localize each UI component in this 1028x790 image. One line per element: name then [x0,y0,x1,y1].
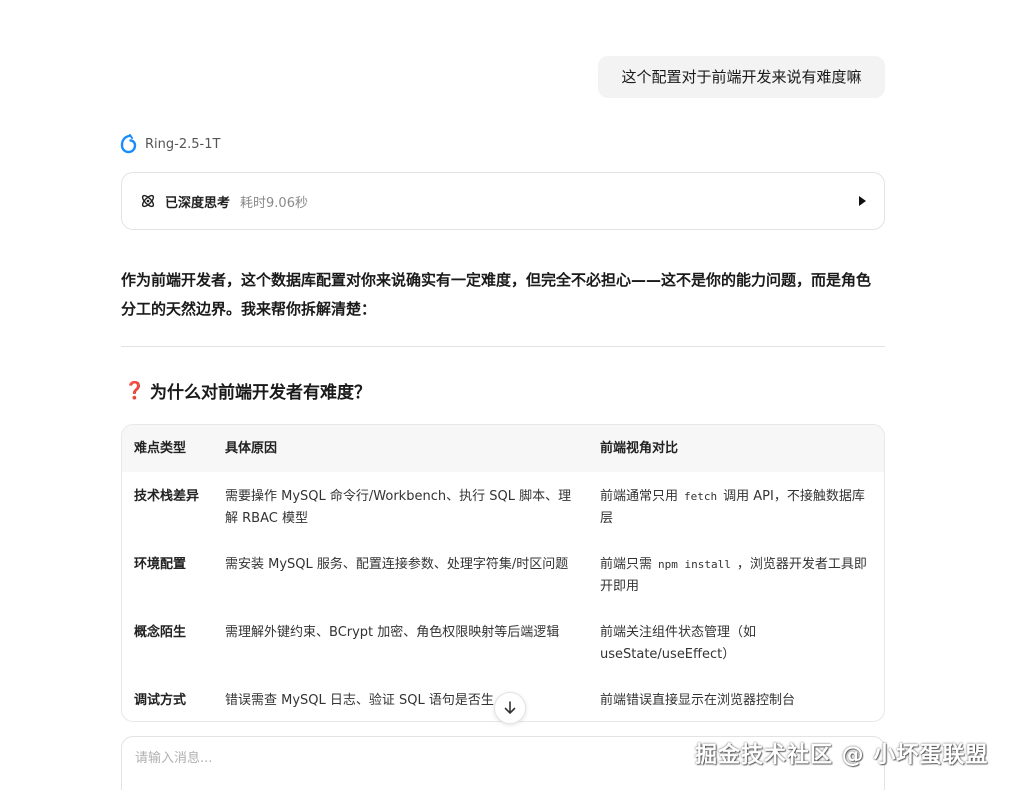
frontend-text: 前端错误直接显示在浏览器控制台 [600,693,796,708]
table-cell-type: 技术栈差异 [134,489,200,504]
table-header: 难点类型 具体原因 前端视角对比 [122,425,884,472]
table-cell-reason: 需安装 MySQL 服务、配置连接参数、处理字符集/时区问题 [225,557,569,572]
table-cell-frontend: 前端通常只用 fetch 调用 API，不接触数据库层 [600,486,870,530]
table-cell-frontend: 前端关注组件状态管理（如 useState/useEffect） [600,622,870,666]
thinking-time: 耗时9.06秒 [240,195,308,211]
table-cell-reason: 需理解外键约束、BCrypt 加密、角色权限映射等后端逻辑 [225,625,560,640]
thinking-label: 已深度思考 [165,195,231,211]
ring-logo-icon [120,134,137,154]
comparison-table: 难点类型 具体原因 前端视角对比 技术栈差异 需要操作 MySQL 命令行/Wo… [121,424,885,722]
table-row: 概念陌生 需理解外键约束、BCrypt 加密、角色权限映射等后端逻辑 前端关注组… [122,608,884,676]
inline-code: fetch [684,490,718,503]
section-heading: ❓ 为什么对前端开发者有难度？ [124,378,371,404]
table-cell-frontend: 前端错误直接显示在浏览器控制台 [600,690,870,712]
divider [121,346,885,347]
column-header: 前端视角对比 [600,441,679,456]
caret-right-icon [859,196,866,206]
question-mark-icon: ❓ [124,380,146,401]
section-title: 为什么对前端开发者有难度？ [150,383,371,403]
column-header: 难点类型 [134,441,187,456]
frontend-text: 前端通常只用 [600,489,679,504]
answer-intro: 作为前端开发者，这个数据库配置对你来说确实有一定难度，但完全不必担心——这不是你… [121,271,872,318]
table-cell-type: 环境配置 [134,557,187,572]
user-message-bubble: 这个配置对于前端开发来说有难度嘛 [598,56,885,98]
table-row: 技术栈差异 需要操作 MySQL 命令行/Workbench、执行 SQL 脚本… [122,472,884,540]
model-name: Ring-2.5-1T [145,136,221,152]
thinking-toggle[interactable]: 已深度思考 耗时9.06秒 [121,172,885,230]
table-cell-reason: 需要操作 MySQL 命令行/Workbench、执行 SQL 脚本、理解 RB… [225,489,572,526]
frontend-text: 前端关注组件状态管理（如 useState/useEffect） [600,625,757,662]
atom-icon [141,194,155,208]
inline-code: npm install [658,558,731,571]
watermark: 掘金技术社区 @ 小坏蛋联盟 [695,743,989,768]
arrow-down-icon [504,701,516,714]
user-message-text: 这个配置对于前端开发来说有难度嘛 [621,68,862,86]
table-cell-frontend: 前端只需 npm install ，浏览器开发者工具即开即用 [600,554,870,598]
model-header: Ring-2.5-1T [120,134,220,154]
scroll-down-button[interactable] [494,692,526,724]
table-row: 环境配置 需安装 MySQL 服务、配置连接参数、处理字符集/时区问题 前端只需… [122,540,884,608]
table-cell-type: 概念陌生 [134,625,187,640]
column-header: 具体原因 [225,441,278,456]
frontend-text: 前端只需 [600,557,653,572]
table-cell-type: 调试方式 [134,693,187,708]
